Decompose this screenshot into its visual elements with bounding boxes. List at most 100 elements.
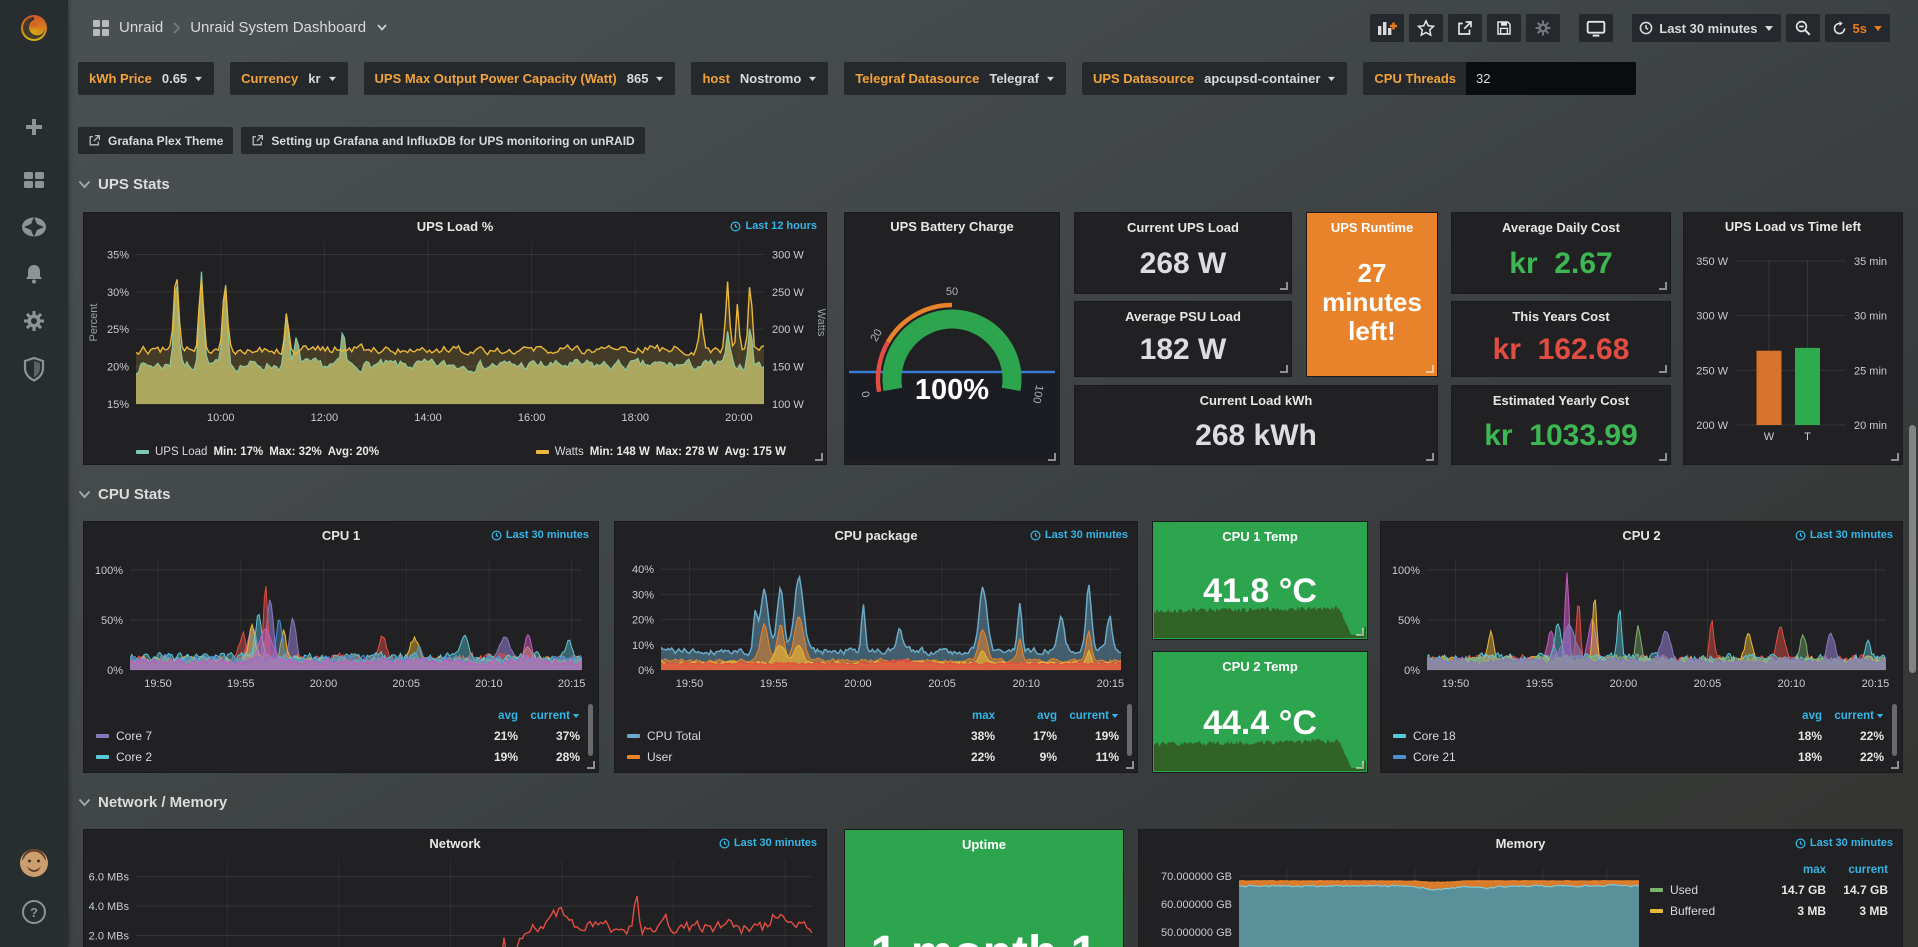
refresh-picker[interactable]: 5s xyxy=(1825,14,1890,42)
help-icon[interactable]: ? xyxy=(0,892,68,932)
legend-swatch xyxy=(136,450,149,454)
variable-value[interactable]: Telegraf xyxy=(989,71,1055,86)
legend-series-name[interactable]: CPU Total xyxy=(647,729,701,743)
panel-time-range[interactable]: Last 30 minutes xyxy=(719,837,817,849)
legend-value: 28% xyxy=(518,750,580,764)
legend-scrollbar[interactable] xyxy=(1892,704,1897,756)
save-button[interactable] xyxy=(1487,14,1521,42)
legend-column-current[interactable]: current xyxy=(1826,864,1888,876)
panel-title[interactable]: Network xyxy=(124,836,786,851)
legend-scrollbar[interactable] xyxy=(1127,704,1132,756)
stat-title[interactable]: CPU 2 Temp xyxy=(1153,659,1367,674)
legend-column-avg[interactable]: avg xyxy=(456,710,518,722)
breadcrumb-current[interactable]: Unraid System Dashboard xyxy=(190,19,366,36)
variable-value[interactable]: apcupsd-container xyxy=(1204,71,1336,86)
legend-series-name[interactable]: Core 18 xyxy=(1413,729,1456,743)
legend-series-name[interactable]: Core 7 xyxy=(116,729,152,743)
legend-swatch xyxy=(96,755,109,759)
stat-title[interactable]: UPS Runtime xyxy=(1307,220,1437,235)
grafana-logo-icon[interactable] xyxy=(0,8,68,48)
caret-down-icon[interactable] xyxy=(377,24,387,31)
legend-column-avg[interactable]: avg xyxy=(995,710,1057,722)
variable-value[interactable]: Nostromo xyxy=(740,71,817,86)
legend-series-name[interactable]: User xyxy=(647,750,672,764)
stat-title[interactable]: Uptime xyxy=(845,837,1123,852)
legend-series-name[interactable]: Used xyxy=(1670,883,1698,897)
variable-cpu-threads[interactable]: CPU Threads32 xyxy=(1363,62,1636,95)
section-ups-stats[interactable]: UPS Stats xyxy=(78,176,170,193)
avatar[interactable] xyxy=(0,843,68,883)
shield-icon[interactable] xyxy=(0,349,68,389)
battery-gauge[interactable]: 02050100100% xyxy=(845,213,1059,464)
panel-time-range[interactable]: Last 30 minutes xyxy=(1795,529,1893,541)
variable-kwh-price[interactable]: kWh Price0.65 xyxy=(78,62,214,95)
legend-series-name[interactable]: Watts xyxy=(555,446,584,458)
legend-column-current[interactable]: current xyxy=(1822,710,1884,722)
star-button[interactable] xyxy=(1409,14,1443,42)
panel-title[interactable]: Memory xyxy=(1179,836,1862,851)
variable-value[interactable]: 0.65 xyxy=(162,71,203,86)
share-button[interactable] xyxy=(1448,14,1482,42)
memory-legend: maxcurrentUsed14.7 GB14.7 GBBuffered3 MB… xyxy=(1650,864,1888,921)
variable-ups-datasource[interactable]: UPS Datasourceapcupsd-container xyxy=(1082,62,1347,95)
svg-text:6.0 MBs: 6.0 MBs xyxy=(89,872,130,884)
variable-telegraf-datasource[interactable]: Telegraf DatasourceTelegraf xyxy=(844,62,1066,95)
zoom-out-button[interactable] xyxy=(1786,14,1820,42)
variable-ups-max-output-power-capacity-watt[interactable]: UPS Max Output Power Capacity (Watt)865 xyxy=(364,62,676,95)
ups-load-chart[interactable]: 10:0012:0014:0016:0018:0020:0035%300 W30… xyxy=(84,213,826,464)
tv-kiosk-button[interactable] xyxy=(1579,14,1613,42)
navbar: Unraid Unraid System Dashboard xyxy=(68,0,1918,55)
dashboard-link-grafana-plex-theme[interactable]: Grafana Plex Theme xyxy=(78,127,233,154)
page-scrollbar[interactable] xyxy=(1909,425,1916,673)
variable-host[interactable]: hostNostromo xyxy=(691,62,828,95)
legend-series-name[interactable]: Core 21 xyxy=(1413,750,1456,764)
stat-title[interactable]: This Years Cost xyxy=(1452,309,1670,324)
plus-icon[interactable] xyxy=(0,107,68,147)
legend-series-name[interactable]: Buffered xyxy=(1670,904,1715,918)
legend-column-avg[interactable]: avg xyxy=(1760,710,1822,722)
dashboard-settings-button[interactable] xyxy=(1526,14,1560,42)
svg-text:300 W: 300 W xyxy=(1696,311,1728,323)
breadcrumb-root[interactable]: Unraid xyxy=(119,19,163,36)
stat-title[interactable]: Current UPS Load xyxy=(1075,220,1291,235)
legend-column-max[interactable]: max xyxy=(933,710,995,722)
add-panel-button[interactable] xyxy=(1370,14,1404,42)
panel-time-range[interactable]: Last 30 minutes xyxy=(1030,529,1128,541)
panel-title[interactable]: UPS Battery Charge xyxy=(855,219,1049,234)
variable-value[interactable]: 865 xyxy=(627,71,665,86)
alerting-bell-icon[interactable] xyxy=(0,254,68,294)
panel-title[interactable]: UPS Load vs Time left xyxy=(1692,219,1894,234)
legend-value: 17% xyxy=(995,729,1057,743)
stat-title[interactable]: Estimated Yearly Cost xyxy=(1452,393,1670,408)
variable-input[interactable]: 32 xyxy=(1466,62,1636,95)
dashboards-icon[interactable] xyxy=(0,160,68,200)
legend-series-name[interactable]: Core 2 xyxy=(116,750,152,764)
panel-time-range[interactable]: Last 12 hours xyxy=(730,220,817,232)
legend-value: 19% xyxy=(1057,729,1119,743)
variable-value[interactable]: kr xyxy=(308,71,336,86)
explore-compass-icon[interactable] xyxy=(0,207,68,247)
stat-title[interactable]: Current Load kWh xyxy=(1075,393,1437,408)
variable-currency[interactable]: Currencykr xyxy=(230,62,347,95)
legend-column-max[interactable]: max xyxy=(1764,864,1826,876)
legend-scrollbar[interactable] xyxy=(588,704,593,756)
apps-grid-icon[interactable] xyxy=(92,19,110,37)
legend-column-current[interactable]: current xyxy=(518,710,580,722)
svg-text:Percent: Percent xyxy=(88,304,100,342)
panel-time-range[interactable]: Last 30 minutes xyxy=(491,529,589,541)
time-range-label: Last 30 minutes xyxy=(1659,21,1757,36)
stat-title[interactable]: Average PSU Load xyxy=(1075,309,1291,324)
load-vs-time-chart[interactable]: 350 W35 min300 W30 min250 W25 min200 W20… xyxy=(1684,213,1902,464)
time-range-picker[interactable]: Last 30 minutes xyxy=(1632,14,1780,42)
settings-gear-icon[interactable] xyxy=(0,301,68,341)
dashboard-link-setting-up-grafana-and-influxdb-for-ups-monitoring-on-unraid[interactable]: Setting up Grafana and InfluxDB for UPS … xyxy=(241,127,644,154)
panel-time-range[interactable]: Last 30 minutes xyxy=(1795,837,1893,849)
stat-title[interactable]: CPU 1 Temp xyxy=(1153,529,1367,544)
legend-series-name[interactable]: UPS Load xyxy=(155,446,207,458)
svg-text:14:00: 14:00 xyxy=(414,412,442,424)
panel-title[interactable]: UPS Load % xyxy=(124,219,786,234)
legend-column-current[interactable]: current xyxy=(1057,710,1119,722)
section-network-memory[interactable]: Network / Memory xyxy=(78,794,227,811)
stat-title[interactable]: Average Daily Cost xyxy=(1452,220,1670,235)
section-cpu-stats[interactable]: CPU Stats xyxy=(78,486,171,503)
